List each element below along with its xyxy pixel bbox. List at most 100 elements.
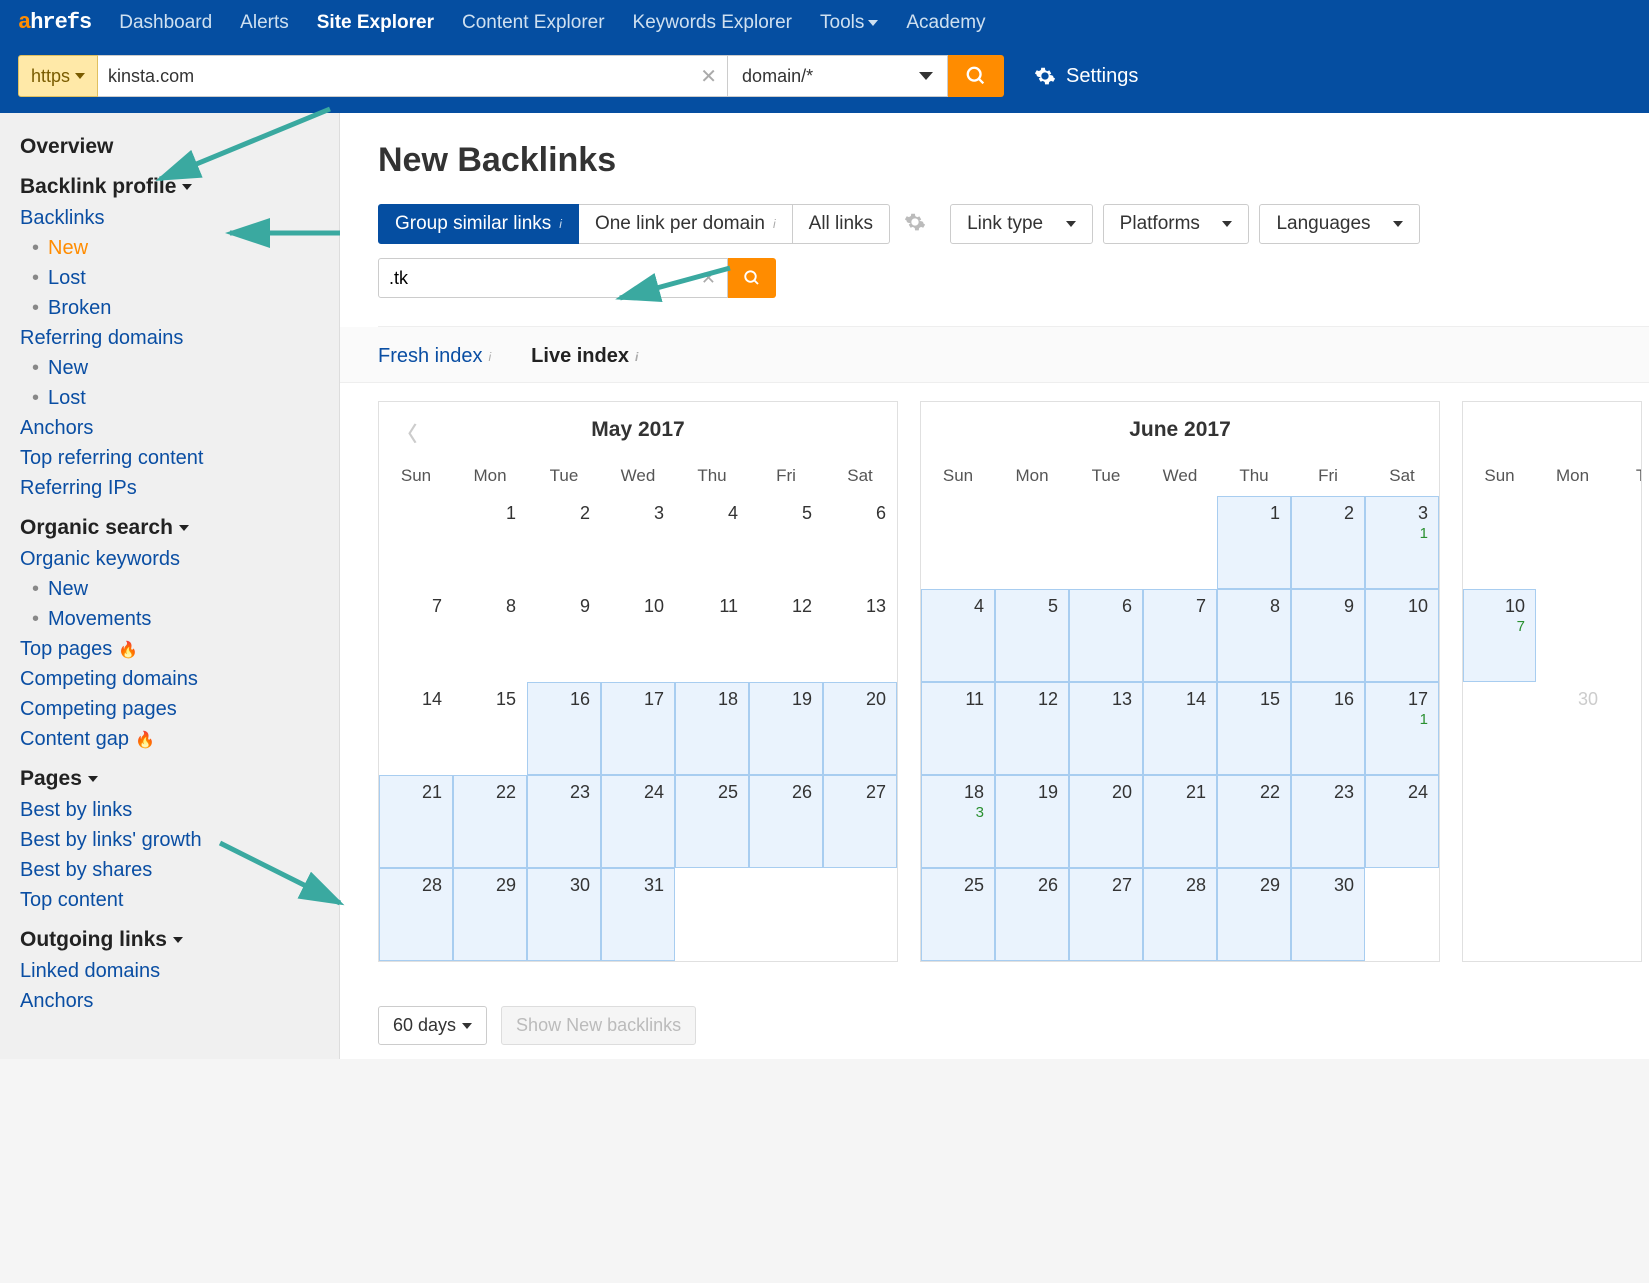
- filter-input[interactable]: [378, 258, 728, 298]
- calendar-day[interactable]: 20: [1069, 775, 1143, 868]
- sidebar-best-by-links-growth[interactable]: Best by links' growth: [20, 829, 319, 852]
- calendar-day[interactable]: 17: [601, 682, 675, 775]
- sidebar-refdomains-new[interactable]: New: [48, 357, 319, 380]
- protocol-select[interactable]: https: [18, 55, 98, 97]
- filter-one-per-domain[interactable]: One link per domaini: [579, 204, 793, 244]
- calendar-day[interactable]: 31: [1609, 682, 1642, 775]
- nav-academy[interactable]: Academy: [906, 12, 985, 34]
- calendar-day[interactable]: 28: [1143, 868, 1217, 961]
- calendar-prev-icon[interactable]: 〈: [397, 418, 417, 447]
- calendar-day[interactable]: 11: [675, 589, 749, 682]
- calendar-day[interactable]: 15: [453, 682, 527, 775]
- calendar-day[interactable]: 25: [675, 775, 749, 868]
- calendar-day[interactable]: 9: [527, 589, 601, 682]
- sidebar-pages[interactable]: Pages: [20, 767, 319, 791]
- sidebar-referring-domains[interactable]: Referring domains: [20, 327, 319, 350]
- calendar-day[interactable]: 26: [749, 775, 823, 868]
- calendar-day[interactable]: 22: [1217, 775, 1291, 868]
- calendar-day[interactable]: 2: [1291, 496, 1365, 589]
- calendar-day[interactable]: 14: [379, 682, 453, 775]
- period-select[interactable]: 60 days: [378, 1006, 487, 1045]
- calendar-day[interactable]: 19: [995, 775, 1069, 868]
- calendar-day[interactable]: 29: [453, 868, 527, 961]
- sidebar-backlinks[interactable]: Backlinks: [20, 207, 319, 230]
- sidebar-content-gap[interactable]: Content gap 🔥: [20, 728, 319, 751]
- calendar-day[interactable]: 30: [1536, 682, 1609, 775]
- calendar-day[interactable]: 13: [1069, 682, 1143, 775]
- sidebar-orgkw-new[interactable]: New: [48, 578, 319, 601]
- scope-select[interactable]: domain/*: [728, 55, 948, 97]
- nav-keywords-explorer[interactable]: Keywords Explorer: [633, 12, 792, 34]
- tab-live-index[interactable]: Live indexi: [531, 345, 638, 368]
- sidebar-anchors-2[interactable]: Anchors: [20, 990, 319, 1013]
- calendar-day[interactable]: 24: [601, 775, 675, 868]
- sidebar-backlink-profile[interactable]: Backlink profile: [20, 175, 319, 199]
- calendar-day[interactable]: 7: [379, 589, 453, 682]
- calendar-day[interactable]: 25: [921, 868, 995, 961]
- sidebar-top-referring-content[interactable]: Top referring content: [20, 447, 319, 470]
- calendar-day[interactable]: 10: [1365, 589, 1439, 682]
- calendar-day[interactable]: 8: [1217, 589, 1291, 682]
- calendar-day[interactable]: 4: [675, 496, 749, 589]
- sidebar-best-by-shares[interactable]: Best by shares: [20, 859, 319, 882]
- sidebar-top-pages[interactable]: Top pages 🔥: [20, 638, 319, 661]
- sidebar-overview[interactable]: Overview: [20, 135, 319, 159]
- sidebar-best-by-links[interactable]: Best by links: [20, 799, 319, 822]
- calendar-day[interactable]: 183: [921, 775, 995, 868]
- calendar-day[interactable]: 16: [1291, 682, 1365, 775]
- calendar-day[interactable]: 19: [749, 682, 823, 775]
- calendar-day[interactable]: 171: [1365, 682, 1439, 775]
- sidebar-competing-pages[interactable]: Competing pages: [20, 698, 319, 721]
- filter-all-links[interactable]: All links: [793, 204, 890, 244]
- sidebar-anchors[interactable]: Anchors: [20, 417, 319, 440]
- clear-icon[interactable]: ✕: [701, 268, 716, 289]
- calendar-day[interactable]: 12: [749, 589, 823, 682]
- show-button[interactable]: Show New backlinks: [501, 1006, 696, 1045]
- sidebar-backlinks-lost[interactable]: Lost: [48, 267, 319, 290]
- calendar-day[interactable]: 2: [527, 496, 601, 589]
- calendar-day[interactable]: 9: [1291, 589, 1365, 682]
- calendar-day[interactable]: 22: [453, 775, 527, 868]
- sidebar-refdomains-lost[interactable]: Lost: [48, 387, 319, 410]
- calendar-day[interactable]: 11: [921, 682, 995, 775]
- url-input[interactable]: kinsta.com ✕: [98, 55, 728, 97]
- sidebar-outgoing-links[interactable]: Outgoing links: [20, 928, 319, 952]
- calendar-day[interactable]: 16: [1609, 589, 1642, 682]
- calendar-day[interactable]: 6: [823, 496, 897, 589]
- gear-icon[interactable]: [904, 211, 926, 238]
- calendar-day[interactable]: 6: [1069, 589, 1143, 682]
- calendar-day[interactable]: 21: [1143, 775, 1217, 868]
- nav-tools[interactable]: Tools: [820, 12, 878, 34]
- filter-platforms[interactable]: Platforms: [1103, 204, 1250, 244]
- nav-site-explorer[interactable]: Site Explorer: [317, 12, 434, 34]
- nav-dashboard[interactable]: Dashboard: [119, 12, 212, 34]
- calendar-day[interactable]: 31: [601, 868, 675, 961]
- settings-link[interactable]: Settings: [1034, 65, 1138, 88]
- logo[interactable]: ahrefs: [18, 10, 91, 35]
- nav-alerts[interactable]: Alerts: [240, 12, 289, 34]
- calendar-day[interactable]: 31: [1365, 496, 1439, 589]
- sidebar-linked-domains[interactable]: Linked domains: [20, 960, 319, 983]
- calendar-day[interactable]: 7: [1143, 589, 1217, 682]
- sidebar-referring-ips[interactable]: Referring IPs: [20, 477, 319, 500]
- calendar-day[interactable]: 8: [453, 589, 527, 682]
- calendar-day[interactable]: 27: [1069, 868, 1143, 961]
- calendar-day[interactable]: 30: [527, 868, 601, 961]
- calendar-day[interactable]: 107: [1463, 589, 1536, 682]
- filter-search-button[interactable]: [728, 258, 776, 298]
- calendar-day[interactable]: 12: [995, 682, 1069, 775]
- calendar-day[interactable]: 16: [527, 682, 601, 775]
- calendar-day[interactable]: 1: [1217, 496, 1291, 589]
- calendar-day[interactable]: 3: [601, 496, 675, 589]
- sidebar-organic-search[interactable]: Organic search: [20, 516, 319, 540]
- sidebar-organic-keywords[interactable]: Organic keywords: [20, 548, 319, 571]
- sidebar-backlinks-broken[interactable]: Broken: [48, 297, 319, 320]
- filter-link-type[interactable]: Link type: [950, 204, 1093, 244]
- tab-fresh-index[interactable]: Fresh indexi: [378, 345, 491, 368]
- nav-content-explorer[interactable]: Content Explorer: [462, 12, 605, 34]
- search-button[interactable]: [948, 55, 1004, 97]
- calendar-day[interactable]: 26: [995, 868, 1069, 961]
- calendar-day[interactable]: 15: [1217, 682, 1291, 775]
- calendar-day[interactable]: 10: [601, 589, 675, 682]
- calendar-day[interactable]: 14: [1143, 682, 1217, 775]
